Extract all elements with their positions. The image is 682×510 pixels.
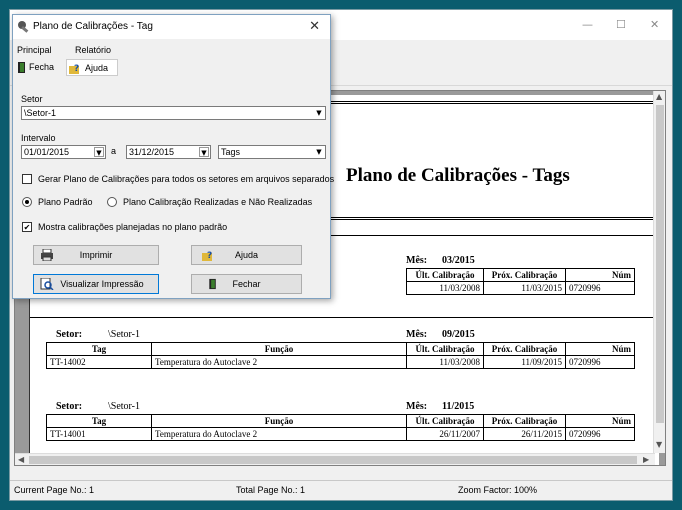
cell-ult: 26/11/2007	[406, 427, 484, 441]
separados-label[interactable]: Gerar Plano de Calibrações para todos os…	[38, 174, 334, 184]
minimize-button[interactable]: —	[582, 18, 593, 31]
cell-ult: 11/03/2008	[406, 281, 484, 295]
cell-num: 0720996	[565, 427, 635, 441]
col-funcao: Função	[151, 414, 407, 428]
chevron-down-icon[interactable]: ▼	[314, 108, 324, 118]
cell-prox: 11/03/2015	[483, 281, 566, 295]
cell-prox: 26/11/2015	[483, 427, 566, 441]
imprimir-label: Imprimir	[79, 250, 113, 260]
frame-divider-3	[30, 317, 659, 318]
svg-text:?: ?	[74, 64, 79, 74]
intervalo-label: Intervalo	[21, 133, 56, 143]
date-to-value: 31/12/2015	[129, 147, 175, 157]
setor-value: \Setor-1	[108, 401, 141, 412]
cell-funcao: Temperatura do Autoclave 2	[151, 355, 407, 369]
report-title: Plano de Calibrações - Tags	[346, 165, 570, 186]
cell-funcao: Temperatura do Autoclave 2	[151, 427, 407, 441]
setor-label: Setor:	[56, 401, 83, 412]
col-tag: Tag	[46, 342, 152, 356]
col-prox: Próx. Calibração	[483, 342, 566, 356]
col-ult: Últ. Calibração	[406, 268, 484, 282]
cell-tag: TT-14002	[46, 355, 152, 369]
mes-label: Mês:	[406, 255, 428, 266]
scroll-down-icon[interactable]: ▼	[656, 440, 662, 449]
setor-label: Setor:	[56, 329, 83, 340]
scroll-right-icon[interactable]: ▶	[643, 455, 649, 464]
plano-realizadas-label[interactable]: Plano Calibração Realizadas e Não Realiz…	[123, 197, 312, 207]
ajuda-label: Ajuda	[234, 250, 259, 260]
mes-value: 03/2015	[442, 255, 475, 266]
mes-label: Mês:	[406, 329, 428, 340]
plano-calibracoes-dialog: Plano de Calibrações - Tag ✕ Principal R…	[12, 14, 334, 299]
imprimir-button[interactable]: Imprimir	[33, 245, 159, 265]
fechar-button[interactable]: Fechar	[191, 274, 302, 294]
cell-num: 0720996	[565, 281, 635, 295]
col-funcao: Função	[151, 342, 407, 356]
separados-checkbox[interactable]	[22, 174, 32, 184]
date-to-picker[interactable]: 31/12/2015 ▼	[126, 145, 211, 159]
scroll-left-icon[interactable]: ◀	[18, 455, 24, 464]
chevron-down-icon[interactable]: ▼	[314, 147, 324, 157]
cell-tag: TT-14001	[46, 427, 152, 441]
menu-relatorio[interactable]: Relatório	[75, 45, 111, 55]
cell-num: 0720996	[565, 355, 635, 369]
calendar-dropdown-icon[interactable]: ▼	[199, 147, 209, 157]
mes-label: Mês:	[406, 401, 428, 412]
mes-value: 11/2015	[442, 401, 475, 412]
maximize-button[interactable]: ☐	[616, 18, 626, 31]
horizontal-scroll-thumb[interactable]	[29, 456, 637, 464]
calendar-dropdown-icon[interactable]: ▼	[94, 147, 104, 157]
mostra-checkbox[interactable]: ✔	[22, 222, 32, 232]
setor-value: \Setor-1	[108, 329, 141, 340]
tool-ajuda-label: Ajuda	[85, 63, 109, 73]
menu-principal[interactable]: Principal	[17, 45, 52, 55]
close-button[interactable]: ✕	[650, 18, 659, 31]
horizontal-scrollbar[interactable]: ◀ ▶	[15, 453, 655, 465]
date-separator: a	[111, 146, 117, 156]
col-ult: Últ. Calibração	[406, 342, 484, 356]
vertical-scrollbar[interactable]: ▲ ▼	[653, 91, 665, 453]
date-from-picker[interactable]: 01/01/2015 ▼	[21, 145, 106, 159]
visualizar-impressao-label: Visualizar Impressão	[60, 279, 144, 289]
col-num: Núm	[565, 342, 635, 356]
plano-padrao-label[interactable]: Plano Padrão	[38, 197, 93, 207]
date-from-value: 01/01/2015	[24, 147, 70, 157]
ajuda-button[interactable]: ? Ajuda	[191, 245, 302, 265]
scroll-up-icon[interactable]: ▲	[656, 92, 662, 101]
col-num: Núm	[565, 268, 635, 282]
plano-realizadas-radio[interactable]	[107, 197, 117, 207]
cell-ult: 11/03/2008	[406, 355, 484, 369]
app-icon	[18, 21, 29, 33]
exit-door-icon	[18, 62, 25, 73]
col-tag: Tag	[46, 414, 152, 428]
cell-prox: 11/09/2015	[483, 355, 566, 369]
help-icon: ?	[69, 64, 79, 74]
col-ult: Últ. Calibração	[406, 414, 484, 428]
fechar-label: Fechar	[232, 279, 261, 289]
current-page-status: Current Page No.: 1	[14, 485, 95, 495]
tool-ajuda[interactable]: ? Ajuda	[66, 59, 118, 76]
setor-label: Setor	[21, 94, 43, 104]
col-prox: Próx. Calibração	[483, 268, 566, 282]
dialog-close-button[interactable]: ✕	[309, 19, 320, 34]
zoom-status: Zoom Factor: 100%	[458, 485, 538, 495]
tipo-select[interactable]: Tags ▼	[218, 145, 326, 159]
dialog-titlebar: Plano de Calibrações - Tag ✕	[13, 15, 330, 39]
status-bar: Current Page No.: 1 Total Page No.: 1 Zo…	[10, 480, 672, 500]
mes-value: 09/2015	[442, 329, 475, 340]
dialog-title: Plano de Calibrações - Tag	[33, 21, 153, 32]
mostra-label[interactable]: Mostra calibrações planejadas no plano p…	[38, 222, 227, 232]
col-num: Núm	[565, 414, 635, 428]
setor-select-value: \Setor-1	[24, 108, 57, 118]
vertical-scroll-thumb[interactable]	[656, 105, 664, 423]
setor-select[interactable]: \Setor-1 ▼	[21, 106, 326, 120]
tool-fecha-label: Fecha	[29, 62, 55, 72]
col-prox: Próx. Calibração	[483, 414, 566, 428]
plano-padrao-radio[interactable]	[22, 197, 32, 207]
visualizar-impressao-button[interactable]: Visualizar Impressão	[33, 274, 159, 294]
tipo-select-value: Tags	[221, 147, 241, 157]
total-page-status: Total Page No.: 1	[236, 485, 306, 495]
